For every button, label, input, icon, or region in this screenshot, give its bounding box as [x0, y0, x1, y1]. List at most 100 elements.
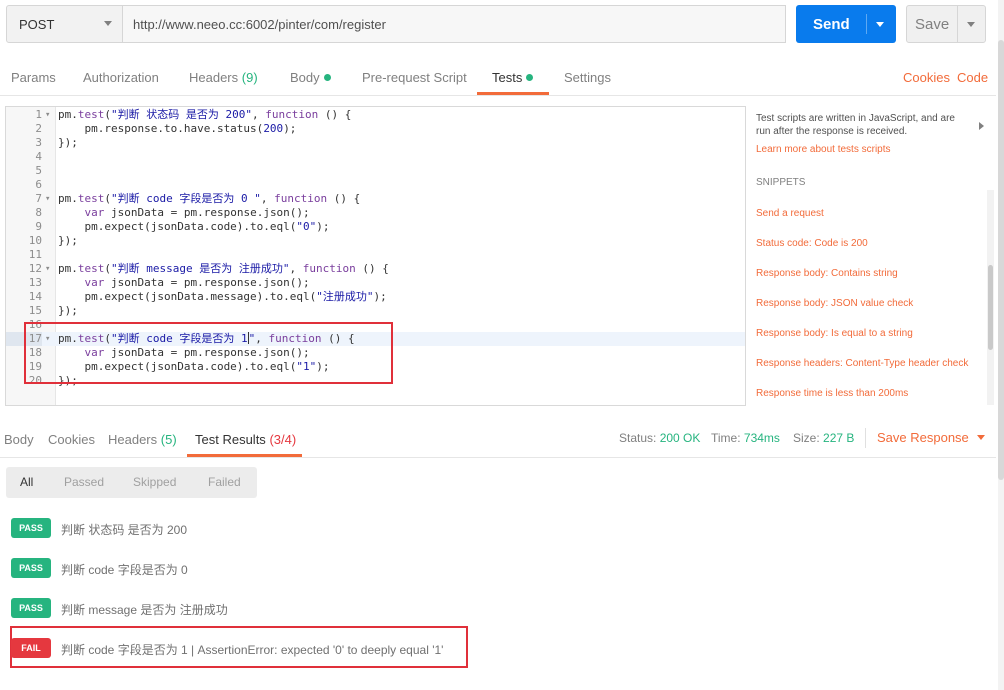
resp-tab-headers[interactable]: Headers (5): [108, 432, 177, 447]
test-result-row: PASS 判断 状态码 是否为 200: [11, 518, 911, 540]
page-scrollbar-thumb[interactable]: [998, 40, 1004, 480]
code-token: pm.: [58, 262, 78, 275]
code-token: function: [302, 262, 356, 275]
send-options-chevron-icon[interactable]: [876, 22, 884, 27]
save-options-chevron-icon[interactable]: [967, 22, 975, 27]
cookies-link[interactable]: Cookies: [903, 70, 950, 85]
fold-toggle-icon[interactable]: ▾: [45, 108, 50, 122]
pass-badge: PASS: [11, 558, 51, 578]
snippets-scrollbar-thumb[interactable]: [988, 265, 993, 350]
fold-toggle-icon[interactable]: ▾: [45, 262, 50, 276]
snippet-link[interactable]: Response body: Contains string: [756, 268, 898, 279]
page-scrollbar[interactable]: [998, 0, 1004, 690]
code-line[interactable]: 2 pm.response.to.have.status(200);: [6, 122, 745, 136]
url-text: http://www.neeo.cc:6002/pinter/com/regis…: [133, 16, 386, 32]
code-line[interactable]: 4: [6, 150, 745, 164]
save-divider: [957, 6, 958, 42]
save-button[interactable]: Save: [906, 5, 986, 43]
resp-tab-test-results-label: Test Results: [195, 432, 266, 447]
test-result-row: PASS 判断 code 字段是否为 0: [11, 558, 911, 580]
snippet-link[interactable]: Response time is less than 200ms: [756, 388, 908, 399]
code-token: ,: [260, 192, 275, 205]
line-number: 3: [35, 136, 42, 149]
code-link[interactable]: Code: [957, 70, 988, 85]
learn-more-link[interactable]: Learn more about tests scripts: [756, 144, 891, 155]
code-line[interactable]: 13 var jsonData = pm.response.json();: [6, 276, 745, 290]
code-text: var jsonData = pm.response.json();: [58, 276, 310, 290]
tab-settings[interactable]: Settings: [564, 70, 611, 85]
results-filter: All Passed Skipped Failed: [6, 467, 257, 498]
code-line[interactable]: 15});: [6, 304, 745, 318]
line-number: 6: [35, 178, 42, 191]
fold-toggle-icon[interactable]: ▾: [45, 192, 50, 206]
line-number: 12: [28, 262, 42, 275]
code-line[interactable]: 14 pm.expect(jsonData.message).to.eql("注…: [6, 290, 745, 304]
code-text: });: [58, 234, 78, 248]
method-select[interactable]: POST: [6, 5, 123, 43]
code-line[interactable]: 7 ▾ pm.test("判断 code 字段是否为 0 ", function (…: [6, 192, 745, 206]
filter-all[interactable]: All: [20, 475, 33, 489]
filter-skipped[interactable]: Skipped: [133, 475, 176, 489]
code-line[interactable]: 12 ▾ pm.test("判断 message 是否为 注册成功", functi…: [6, 262, 745, 276]
code-token: function: [265, 108, 319, 121]
code-token: "判断 message 是否为 注册成功": [111, 262, 290, 275]
send-label: Send: [813, 15, 850, 33]
code-line[interactable]: 3});: [6, 136, 745, 150]
url-input[interactable]: http://www.neeo.cc:6002/pinter/com/regis…: [123, 5, 786, 43]
method-label: POST: [19, 16, 55, 32]
code-line[interactable]: 6: [6, 178, 745, 192]
send-button[interactable]: Send: [796, 5, 896, 43]
tab-authorization[interactable]: Authorization: [83, 70, 159, 85]
status-info: Status: 200 OK: [619, 431, 700, 445]
code-token: pm.: [58, 192, 78, 205]
tab-tests[interactable]: Tests: [492, 70, 534, 85]
snippets-title: SNIPPETS: [756, 177, 806, 188]
send-divider: [866, 14, 867, 34]
resp-tab-test-results[interactable]: Test Results (3/4): [195, 432, 296, 447]
code-line[interactable]: 8 var jsonData = pm.response.json();: [6, 206, 745, 220]
code-token: );: [283, 122, 297, 135]
code-line[interactable]: 5: [6, 164, 745, 178]
test-result-text: 判断 code 字段是否为 0: [61, 563, 188, 577]
code-line[interactable]: 10});: [6, 234, 745, 248]
save-response-button[interactable]: Save Response: [877, 430, 985, 445]
collapse-panel-icon[interactable]: [979, 122, 984, 130]
resp-tab-cookies[interactable]: Cookies: [48, 432, 95, 447]
snippet-link[interactable]: Response body: JSON value check: [756, 298, 913, 309]
tab-body[interactable]: Body: [290, 70, 331, 85]
resp-tab-body[interactable]: Body: [4, 432, 34, 447]
code-token: (: [104, 108, 111, 121]
filter-failed[interactable]: Failed: [208, 475, 241, 489]
code-line[interactable]: 1 ▾ pm.test("判断 状态码 是否为 200", function () …: [6, 108, 745, 122]
code-line[interactable]: 9 pm.expect(jsonData.code).to.eql("0");: [6, 220, 745, 234]
tab-body-label: Body: [290, 70, 320, 85]
snippet-link[interactable]: Send a request: [756, 208, 824, 219]
save-response-chevron-icon: [976, 435, 985, 440]
code-token: "注册成功": [316, 290, 374, 303]
tab-pre-request-script[interactable]: Pre-request Script: [362, 70, 467, 85]
active-tab-underline: [477, 92, 549, 95]
snippet-link[interactable]: Response body: Is equal to a string: [756, 328, 913, 339]
resp-tab-headers-count: (5): [160, 432, 177, 447]
snippet-link[interactable]: Response headers: Content-Type header ch…: [756, 358, 968, 369]
filter-passed[interactable]: Passed: [64, 475, 104, 489]
snippet-link[interactable]: Status code: Code is 200: [756, 238, 868, 249]
code-token: pm.expect(jsonData.code).to.eql(: [58, 220, 297, 233]
size-label: Size:: [793, 431, 820, 445]
tab-params[interactable]: Params: [11, 70, 56, 85]
tab-headers[interactable]: Headers (9): [189, 70, 258, 85]
code-text: });: [58, 136, 78, 150]
line-number: 10: [28, 234, 42, 247]
code-token: test: [77, 192, 105, 205]
code-line[interactable]: 11: [6, 248, 745, 262]
test-result-text: 判断 状态码 是否为 200: [61, 523, 188, 537]
code-token: test: [77, 262, 105, 275]
code-text: pm.expect(jsonData.code).to.eql("0");: [58, 220, 330, 234]
status-divider: [865, 428, 866, 448]
snippets-scrollbar[interactable]: [987, 190, 994, 405]
test-result-text: 判断 code 字段是否为 1 | AssertionError: expect…: [61, 643, 444, 657]
code-text: });: [58, 304, 78, 318]
code-token: );: [316, 220, 330, 233]
line-number: 4: [35, 150, 42, 163]
